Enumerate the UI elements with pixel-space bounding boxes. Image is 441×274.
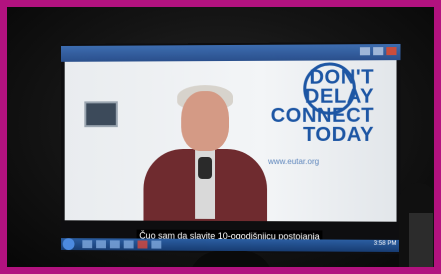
- taskbar-app-icon[interactable]: [109, 240, 120, 249]
- video-frame: DON'T DELAY CONNECT TODAY www.eutar.org: [64, 60, 397, 222]
- logo-url: www.eutar.org: [268, 157, 320, 167]
- minimize-icon: [359, 47, 371, 56]
- taskbar: 3:58 PM: [60, 238, 401, 253]
- taskbar-app-icon[interactable]: [137, 240, 148, 249]
- taskbar-clock: 3:58 PM: [373, 240, 397, 247]
- microphone: [198, 156, 213, 179]
- taskbar-app-icon[interactable]: [123, 240, 134, 249]
- taskbar-app-icon[interactable]: [82, 240, 93, 249]
- standing-person: [399, 183, 434, 267]
- logo-text: DON'T DELAY CONNECT TODAY: [213, 66, 375, 146]
- person-shirt: [409, 213, 433, 267]
- maximize-icon: [373, 47, 384, 56]
- photo: DON'T DELAY CONNECT TODAY www.eutar.org …: [7, 7, 434, 267]
- audience-head: [189, 251, 273, 267]
- tablet-image: [84, 101, 118, 128]
- close-icon: [386, 47, 397, 56]
- taskbar-app-icon[interactable]: [151, 240, 162, 249]
- start-button[interactable]: [62, 238, 75, 251]
- window-titlebar: [60, 43, 401, 62]
- taskbar-app-icon[interactable]: [96, 240, 106, 249]
- logo-line-4: TODAY: [302, 123, 375, 146]
- projection-screen: DON'T DELAY CONNECT TODAY www.eutar.org …: [60, 41, 401, 255]
